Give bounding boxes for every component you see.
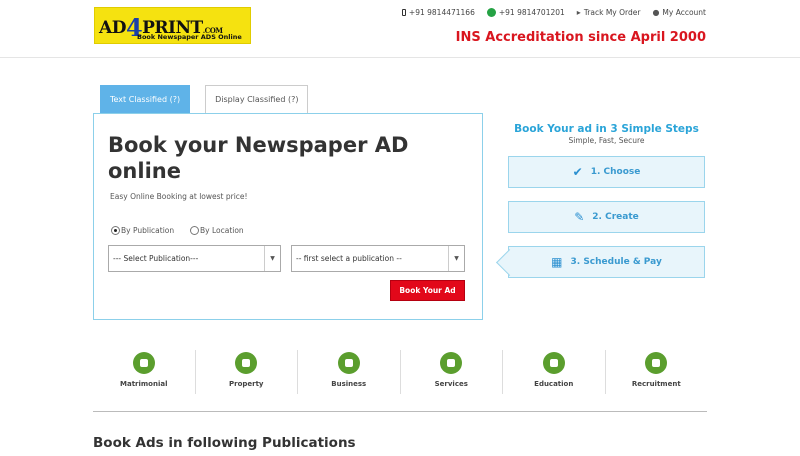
check-icon: ✔ bbox=[572, 165, 583, 179]
step-schedule-pay[interactable]: ▦ 3. Schedule & Pay bbox=[508, 246, 705, 278]
book-your-ad-button[interactable]: Book Your Ad bbox=[390, 280, 465, 301]
radio-circle-selected bbox=[111, 226, 120, 235]
category-matrimonial[interactable]: Matrimonial bbox=[93, 350, 195, 394]
recruitment-icon bbox=[645, 352, 668, 374]
track-order-link[interactable]: ▸ Track My Order bbox=[577, 8, 641, 17]
phone-icon bbox=[401, 9, 406, 16]
tab-text-classified[interactable]: Text Classified (?) bbox=[100, 85, 191, 113]
divider bbox=[93, 411, 707, 412]
business-icon bbox=[337, 352, 360, 374]
calendar-icon: ▦ bbox=[551, 255, 563, 269]
chevron-down-icon: ▼ bbox=[264, 246, 280, 271]
form-title: Book your Newspaper AD online bbox=[108, 133, 409, 183]
property-icon bbox=[235, 352, 258, 374]
category-bar: Matrimonial Property Business Services E… bbox=[93, 350, 707, 394]
matrimonial-icon bbox=[132, 352, 155, 374]
chevron-down-icon: ▼ bbox=[448, 246, 464, 271]
truck-icon: ▸ bbox=[576, 8, 581, 17]
education-icon bbox=[542, 352, 565, 374]
radio-circle bbox=[190, 226, 199, 235]
services-icon bbox=[440, 352, 463, 374]
publications-heading: Book Ads in following Publications bbox=[93, 435, 356, 451]
site-header: AD4PRINT.COM Book Newspaper ADS Online +… bbox=[0, 0, 800, 58]
classified-tabs: Text Classified (?) Display Classified (… bbox=[100, 85, 309, 113]
logo-tagline: Book Newspaper ADS Online bbox=[137, 33, 242, 41]
logo[interactable]: AD4PRINT.COM Book Newspaper ADS Online bbox=[94, 7, 251, 44]
category-education[interactable]: Education bbox=[502, 350, 605, 394]
category-property[interactable]: Property bbox=[194, 350, 298, 394]
category-recruitment[interactable]: Recruitment bbox=[604, 350, 708, 394]
radio-by-publication[interactable]: By Publication bbox=[111, 226, 174, 235]
publication-select[interactable]: --- Select Publication--- ▼ bbox=[108, 245, 281, 272]
edition-select[interactable]: -- first select a publication -- ▼ bbox=[291, 245, 465, 272]
tab-display-classified[interactable]: Display Classified (?) bbox=[205, 85, 309, 113]
phone-link-2[interactable]: +91 9814701201 bbox=[486, 8, 565, 17]
step-choose[interactable]: ✔ 1. Choose bbox=[508, 156, 705, 188]
top-links: +91 9814471166 +91 9814701201 ▸ Track My … bbox=[401, 8, 706, 17]
category-services[interactable]: Services bbox=[399, 350, 503, 394]
user-icon: ● bbox=[652, 8, 660, 17]
phone-link-1[interactable]: +91 9814471166 bbox=[401, 8, 475, 17]
booking-form: Book your Newspaper AD online Easy Onlin… bbox=[93, 113, 483, 320]
steps-subtitle: Simple, Fast, Secure bbox=[568, 136, 645, 145]
category-business[interactable]: Business bbox=[297, 350, 400, 394]
edit-icon: ✎ bbox=[574, 210, 585, 224]
step-create[interactable]: ✎ 2. Create bbox=[508, 201, 705, 233]
whatsapp-icon bbox=[486, 8, 496, 17]
form-subtitle: Easy Online Booking at lowest price! bbox=[110, 192, 248, 201]
ins-accreditation: INS Accreditation since April 2000 bbox=[455, 30, 706, 45]
radio-by-location[interactable]: By Location bbox=[190, 226, 244, 235]
my-account-link[interactable]: ● My Account bbox=[652, 8, 706, 17]
steps-title: Book Your ad in 3 Simple Steps bbox=[514, 123, 699, 135]
